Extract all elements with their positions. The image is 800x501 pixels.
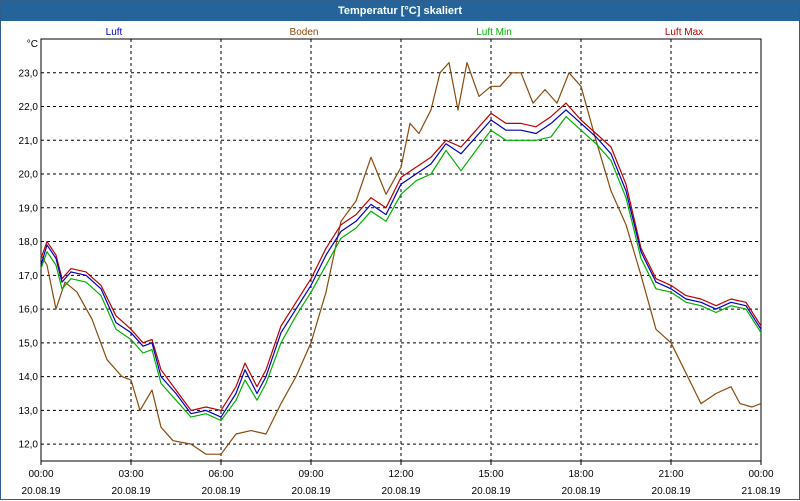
y-tick-label: 20,0 [19, 170, 39, 181]
x-tick-date-label: 20.08.19 [292, 486, 331, 497]
x-tick-time-label: 18:00 [568, 469, 593, 480]
temperature-chart: 12,0 13,0 14,0 15,0 16,0 17,0 18,0 19,0 20,0 21,0… [19, 27, 781, 497]
chart-window: Temperatur [°C] skaliert 12,0 13,0 14,0 15,… [0, 0, 800, 500]
y-tick-label: 16,0 [19, 305, 39, 316]
x-tick-time-label: 00:00 [28, 469, 53, 480]
y-axis-unit-label: °C [27, 39, 38, 50]
y-tick-label: 22,0 [19, 102, 39, 113]
x-tick-time-label: 06:00 [208, 469, 233, 480]
y-tick-label: 12,0 [19, 440, 39, 451]
x-tick-time-label: 12:00 [388, 469, 413, 480]
y-tick-label: 19,0 [19, 203, 39, 214]
x-tick-date-label: 21.08.19 [742, 486, 781, 497]
y-tick-label: 18,0 [19, 237, 39, 248]
y-tick-label: 14,0 [19, 372, 39, 383]
x-tick-date-label: 20.08.19 [652, 486, 691, 497]
legend-label-luft-min: Luft Min [476, 27, 512, 38]
legend-label-luft-max: Luft Max [665, 27, 703, 38]
x-tick-date-label: 20.08.19 [382, 486, 421, 497]
x-tick-time-label: 15:00 [478, 469, 503, 480]
x-tick-date-label: 20.08.19 [112, 486, 151, 497]
x-tick-time-label: 21:00 [658, 469, 683, 480]
x-tick-date-label: 20.08.19 [22, 486, 61, 497]
y-tick-label: 15,0 [19, 338, 39, 349]
x-tick-date-label: 20.08.19 [562, 486, 601, 497]
x-tick-time-label: 09:00 [298, 469, 323, 480]
y-tick-label: 13,0 [19, 406, 39, 417]
y-tick-label: 21,0 [19, 136, 39, 147]
legend-label-boden: Boden [290, 27, 319, 38]
x-tick-date-label: 20.08.19 [472, 486, 511, 497]
x-tick-date-label: 20.08.19 [202, 486, 241, 497]
x-tick-time-label: 03:00 [118, 469, 143, 480]
x-tick-time-label: 00:00 [748, 469, 773, 480]
y-tick-label: 23,0 [19, 68, 39, 79]
y-tick-label: 17,0 [19, 271, 39, 282]
legend-label-luft: Luft [106, 27, 123, 38]
